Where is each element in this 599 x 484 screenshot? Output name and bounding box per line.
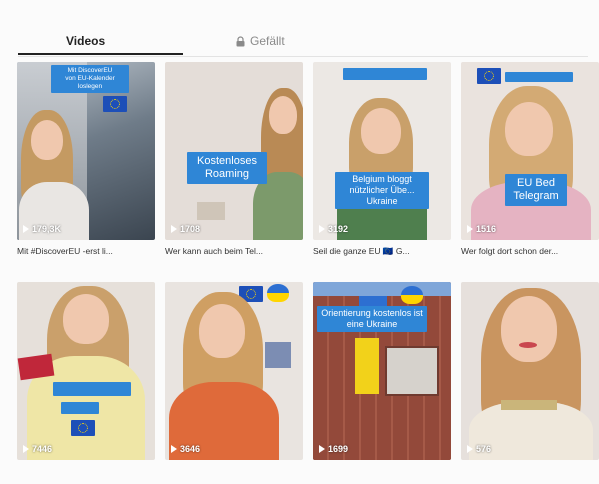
play-icon <box>23 445 29 453</box>
lock-icon <box>236 35 245 47</box>
active-tab-indicator <box>18 53 183 55</box>
ukraine-flag <box>355 338 379 394</box>
eu-flag-icon <box>477 68 501 84</box>
video-text-overlay <box>501 400 557 410</box>
video-card[interactable]: 3646 <box>165 282 303 460</box>
play-icon <box>319 225 325 233</box>
play-icon <box>171 225 177 233</box>
flag-blue <box>359 296 387 306</box>
video-caption: Mit #DiscoverEU -erst li... <box>17 246 113 256</box>
video-thumbnail: Kostenloses Roaming 1708 <box>165 62 303 240</box>
play-icon <box>467 225 473 233</box>
lips <box>519 342 537 348</box>
video-text-overlay <box>53 382 131 396</box>
video-card[interactable]: Orientierung kostenlos ist eine Ukraine … <box>313 282 451 460</box>
video-thumbnail: 3646 <box>165 282 303 460</box>
video-card[interactable]: Belgium bloggt nützlicher Übe... Ukraine… <box>313 62 451 256</box>
ukraine-heart-icon <box>401 286 423 304</box>
video-thumbnail: Orientierung kostenlos ist eine Ukraine … <box>313 282 451 460</box>
window <box>385 346 439 396</box>
view-count: 3646 <box>171 444 200 454</box>
eu-flag-icon <box>103 96 127 112</box>
profile-videos-page: Videos Gefällt Mit DiscoverEU von EU-Kale… <box>0 0 599 484</box>
ukraine-heart-icon <box>267 284 289 302</box>
video-thumbnail: 576 <box>461 282 599 460</box>
video-text-overlay: EU Bed Telegram <box>505 174 567 206</box>
video-caption: Wer kann auch beim Tel... <box>165 246 263 256</box>
view-count: 1699 <box>319 444 348 454</box>
play-icon <box>23 225 29 233</box>
view-count: 1516 <box>467 224 496 234</box>
video-caption: Wer folgt dort schon der... <box>461 246 559 256</box>
play-icon <box>171 445 177 453</box>
view-count: 576 <box>467 444 491 454</box>
video-card[interactable]: 576 <box>461 282 599 460</box>
video-thumbnail: Belgium bloggt nützlicher Übe... Ukraine… <box>313 62 451 240</box>
profile-tabs: Videos Gefällt <box>18 28 588 57</box>
video-thumbnail: Mit DiscoverEU von EU-Kalender loslegen 17… <box>17 62 155 240</box>
video-card[interactable]: 7446 <box>17 282 155 460</box>
video-text-overlay: Mit DiscoverEU von EU-Kalender loslegen <box>51 65 129 93</box>
play-icon <box>319 445 325 453</box>
view-count: 1708 <box>171 224 200 234</box>
sticker <box>17 353 55 381</box>
video-thumbnail: 7446 <box>17 282 155 460</box>
play-icon <box>467 445 473 453</box>
video-top-banner <box>343 68 427 80</box>
view-count: 3192 <box>319 224 348 234</box>
video-text-overlay: Belgium bloggt nützlicher Übe... Ukraine <box>335 172 429 209</box>
eu-flag-icon <box>71 420 95 436</box>
tab-liked[interactable]: Gefällt <box>236 34 285 48</box>
tab-videos[interactable]: Videos <box>66 34 105 48</box>
video-top-banner <box>505 72 573 82</box>
video-card[interactable]: Kostenloses Roaming 1708 Wer kann auch b… <box>165 62 303 256</box>
tab-liked-label: Gefällt <box>250 34 285 48</box>
view-count: 179,3K <box>23 224 61 234</box>
video-thumbnail: EU Bed Telegram 1516 <box>461 62 599 240</box>
video-text-overlay <box>61 402 99 414</box>
video-card[interactable]: Mit DiscoverEU von EU-Kalender loslegen 17… <box>17 62 155 256</box>
video-text-overlay: Orientierung kostenlos ist eine Ukraine <box>317 306 427 332</box>
video-text-overlay: Kostenloses Roaming <box>187 152 267 184</box>
sky <box>313 282 451 296</box>
wall-picture <box>265 342 291 368</box>
video-caption: Seil die ganze EU 🇪🇺 G... <box>313 246 410 256</box>
view-count: 7446 <box>23 444 52 454</box>
video-card[interactable]: EU Bed Telegram 1516 Wer folgt dort scho… <box>461 62 599 256</box>
